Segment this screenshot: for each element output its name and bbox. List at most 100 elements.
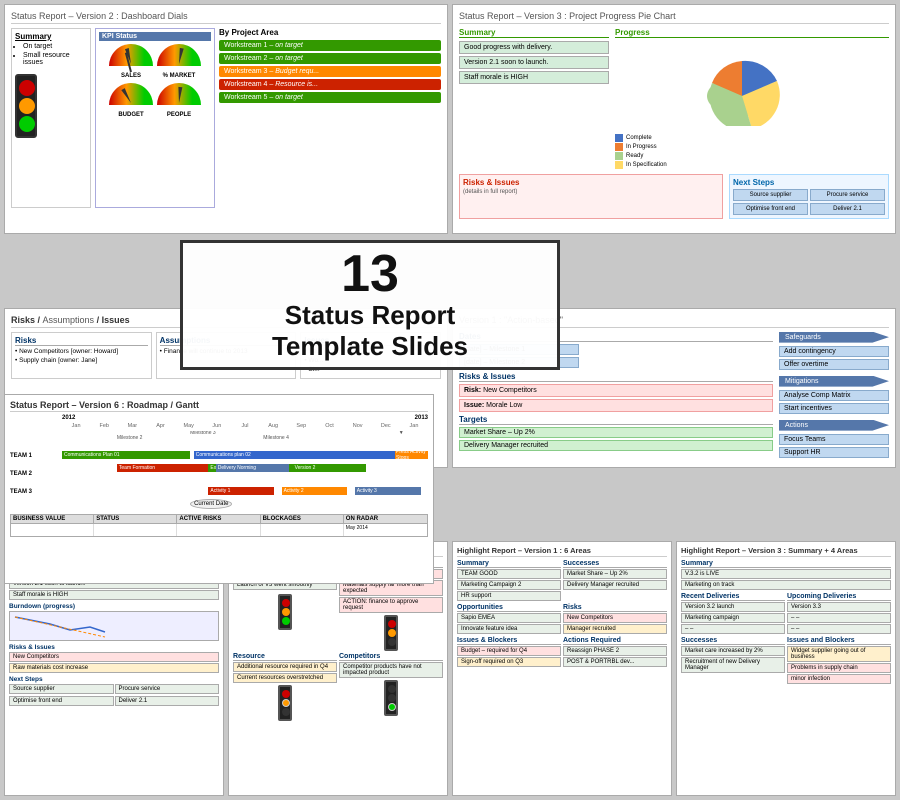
risks-section-title: Risks & Issues (459, 372, 773, 382)
mitigation-item-1: Analyse Comp Matrix (779, 390, 889, 401)
legend-complete: Complete (615, 134, 889, 142)
mini3-s1: TEAM GOOD (457, 569, 561, 579)
mitigations-arrow: Mitigations (779, 376, 889, 387)
mini3-a2: POST & PORTRBL dev... (563, 657, 667, 667)
mini3-issues-label: Issues & Blockers (457, 637, 561, 645)
progress-title: Progress (615, 28, 889, 38)
tl-c-green (388, 703, 396, 711)
legend-spec: In Specification (615, 161, 889, 169)
dial-bg (157, 44, 201, 66)
team1-bar-3: Press Activity Stops (395, 451, 428, 459)
next-btn-1: Source supplier (733, 189, 808, 201)
dial-bg (109, 44, 153, 66)
month-mar: Mar (118, 423, 146, 429)
risks-col: Risks • New Competitors [owner: Howard] … (11, 332, 152, 379)
slide1-title: Status Report – Version 2 : Dashboard Di… (11, 11, 441, 24)
next-steps-title: Next Steps (733, 178, 885, 187)
cell-status (94, 524, 177, 536)
cell-blockages (261, 524, 344, 536)
mini3-actions-label: Actions Required (563, 637, 667, 645)
slide2-main-title: Status Report (459, 11, 514, 21)
burndown-chart (9, 611, 219, 641)
next-btn-2: Procure service (810, 189, 885, 201)
mini1-risk-2: Raw materials cost increase (9, 663, 219, 673)
summary-box-2: Version 2.1 soon to launch. (459, 56, 609, 69)
current-date-label: Current Date (190, 499, 232, 509)
dials-row: SALES % MARKET (99, 44, 211, 79)
actions-arrow: Actions (779, 420, 889, 431)
cell-onradar: May 2014 (344, 524, 427, 536)
month-apr: Apr (146, 423, 174, 429)
tl-budget (384, 615, 398, 651)
legend-label: In Specification (626, 162, 667, 168)
team2-bars: Team Formation Extra Services – Plan B D… (62, 464, 428, 484)
mini4-sc1: Market care increased by 2% (681, 646, 785, 656)
slide-dashboard-dials: Status Report – Version 2 : Dashboard Di… (4, 4, 448, 234)
workstream-2: Workstream 2 – on target (219, 53, 441, 64)
mini3-s3: HR support (457, 591, 561, 601)
cell-bv (11, 524, 94, 536)
swatch-spec (615, 161, 623, 169)
tl-r-red (282, 690, 290, 698)
tl-d-amber (282, 608, 290, 616)
next-steps-grid: Source supplier Procure service Optimise… (733, 189, 885, 215)
month-sep: Sep (287, 423, 315, 429)
dial-market: % MARKET (157, 44, 201, 79)
resource-item-2: Current resources overstretched (233, 673, 337, 683)
mini3-sc1: Market Share – Up 2% (563, 569, 667, 579)
month-jul: Jul (231, 423, 259, 429)
dial-label: % MARKET (157, 73, 201, 79)
tl-red (19, 80, 35, 96)
team1-bar-1: Communications Plan 01 (62, 451, 190, 459)
gantt-months: Jan Feb Mar Apr May Jun Jul Aug Sep Oct … (62, 423, 428, 429)
slide1-main-title: Status Report (11, 11, 66, 21)
mini4-upcoming-label: Upcoming Deliveries (787, 593, 891, 601)
budget-traffic (339, 615, 443, 651)
risk-item-1: • New Competitors [owner: Howard] (15, 348, 148, 355)
mini1-nextsteps-label: Next Steps (9, 676, 219, 683)
pie-legend: Complete In Progress Ready In Specificat… (615, 134, 889, 169)
slide2-body: Summary Good progress with delivery. Ver… (459, 28, 889, 170)
month-may: May (175, 423, 203, 429)
risks-issues: Risks & Issues (details in full report) (459, 174, 723, 219)
projects-area: By Project Area Workstream 1 – on target… (219, 28, 441, 208)
next-btn-3: Optimise front end (733, 203, 808, 215)
mini1-summary-3: Staff morale is HIGH (9, 590, 219, 600)
month-jun: Jun (203, 423, 231, 429)
slide2-summary: Summary Good progress with delivery. Ver… (459, 28, 609, 170)
mini3-opps-label: Opportunities (457, 604, 561, 612)
mini3-s2: Marketing Campaign 2 (457, 580, 561, 590)
mini1-ns-1: Source supplier (9, 684, 114, 694)
overlay-line2: Template Slides (272, 331, 468, 361)
mini3-risks-label: Risks (563, 604, 667, 612)
swatch-inprogress (615, 143, 623, 151)
slide2-progress: Progress Complete (615, 28, 889, 170)
slide-pie-chart: Status Report – Version 3 : Project Prog… (452, 4, 896, 234)
mini4-ud2: – – (787, 613, 891, 623)
mini4-title: Highlight Report – Version 3 : Summary +… (681, 546, 891, 557)
resource-traffic (233, 685, 337, 721)
mini3-actions: Actions Required Reassign PHASE 2 POST &… (563, 637, 667, 668)
dial-graphic (157, 83, 201, 111)
swatch-complete (615, 134, 623, 142)
month-dec: Dec (372, 423, 400, 429)
next-btn-4: Deliver 2.1 (810, 203, 885, 215)
mini3-successes: Successes Market Share – Up 2% Delivery … (563, 560, 667, 602)
risks-content: (details in full report) (463, 189, 719, 195)
team3-bars: Activity 1 Activity 2 Activity 3 (62, 487, 428, 497)
mini4-summary-section: Summary V.3.2 is LIVE Marketing on track (681, 560, 891, 590)
mini1-ns-3: Optimise front end (9, 696, 114, 706)
summary-box-3: Staff morale is HIGH (459, 71, 609, 84)
month-jan2: Jan (400, 423, 428, 429)
swatch-ready (615, 152, 623, 160)
report-table: BUSINESS VALUE STATUS ACTIVE RISKS BLOCK… (10, 514, 428, 537)
mini4-grid: Recent Deliveries Version 3.2 launch Mar… (681, 593, 891, 685)
team2-label: TEAM 2 (10, 471, 62, 477)
actions-list: Focus Teams Support HR (779, 434, 889, 458)
action-item-1: Focus Teams (779, 434, 889, 445)
col-blockages: BLOCKAGES (261, 515, 344, 523)
risks-issues-section: Risks & Issues Risk: New Competitors Iss… (459, 372, 773, 412)
mini3-title: Highlight Report – Version 1 : 6 Areas (457, 546, 667, 557)
dial-label: PEOPLE (157, 112, 201, 118)
mini1-risk-1: New Competitors (9, 652, 219, 662)
